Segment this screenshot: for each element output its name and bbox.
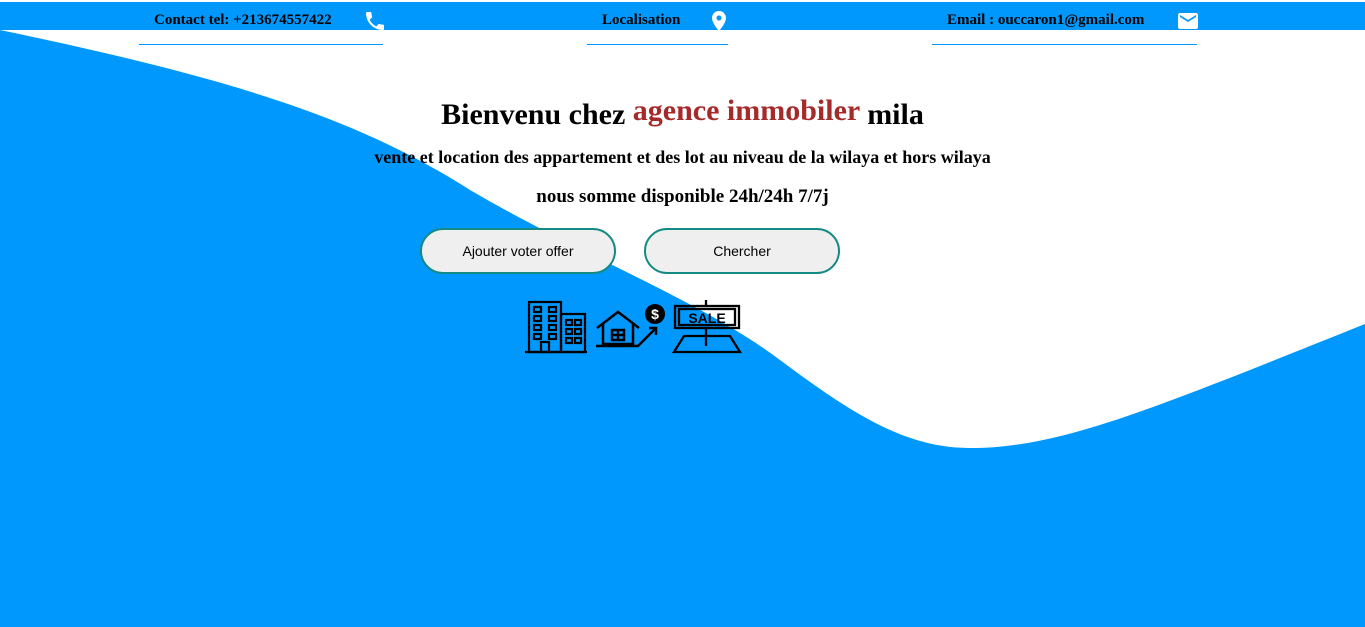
mail-icon[interactable] bbox=[1176, 9, 1200, 33]
svg-text:SALE: SALE bbox=[688, 310, 725, 326]
contact-email-text: Email : ouccaron1@gmail.com bbox=[947, 12, 1145, 28]
contact-email[interactable]: Email : ouccaron1@gmail.com bbox=[932, 0, 1200, 45]
hero-title: Bienvenu chez agence immobiler mila bbox=[0, 94, 1365, 132]
contact-location-text: Localisation bbox=[602, 12, 681, 28]
phone-icon[interactable] bbox=[363, 9, 387, 33]
house-price-icon: $ bbox=[596, 304, 665, 348]
contact-phone[interactable]: Contact tel: +213674557422 bbox=[139, 0, 384, 45]
sale-sign-icon: SALE bbox=[672, 300, 743, 354]
contact-location[interactable]: Localisation bbox=[587, 0, 728, 45]
svg-text:$: $ bbox=[651, 306, 659, 322]
hero-title-prefix: Bienvenu chez bbox=[441, 98, 626, 131]
hero-availability: nous somme disponible 24h/24h 7/7j bbox=[536, 186, 829, 207]
add-offer-button[interactable]: Ajouter voter offer bbox=[420, 228, 616, 274]
search-button[interactable]: Chercher bbox=[644, 228, 840, 274]
hero-title-accent: agence immobiler bbox=[632, 94, 860, 127]
building-icon bbox=[525, 300, 587, 354]
location-pin-icon[interactable] bbox=[707, 9, 731, 33]
hero-title-suffix: mila bbox=[867, 98, 924, 131]
hero-subtitle: vente et location des appartement et des… bbox=[374, 147, 991, 167]
contact-phone-text: Contact tel: +213674557422 bbox=[154, 12, 332, 28]
